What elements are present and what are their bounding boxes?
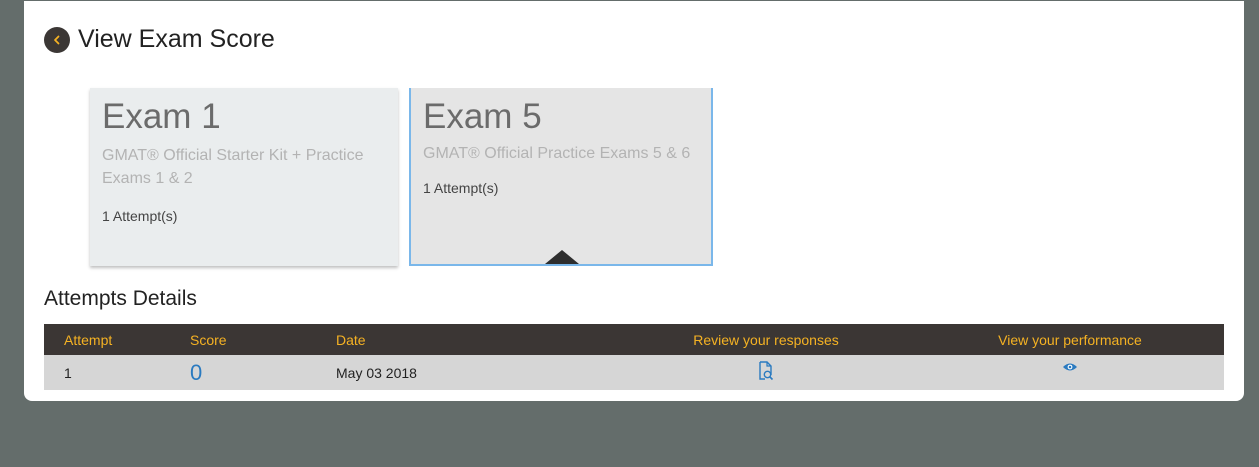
attempts-details-title: Attempts Details xyxy=(44,287,197,310)
view-performance-button[interactable] xyxy=(1062,362,1078,372)
exam-card-attempts: 1 Attempt(s) xyxy=(102,208,178,224)
performance-cell xyxy=(916,362,1224,381)
selected-pointer-arrow xyxy=(545,250,579,264)
page-header: View Exam Score xyxy=(44,25,275,54)
attempt-date: May 03 2018 xyxy=(336,364,417,381)
column-header-review: Review your responses xyxy=(693,331,839,348)
column-header-date: Date xyxy=(336,331,366,348)
exam-card-1[interactable]: Exam 1 GMAT® Official Starter Kit + Prac… xyxy=(90,88,398,266)
table-header-row: Attempt Score Date Review your responses… xyxy=(44,324,1224,355)
page-title: View Exam Score xyxy=(78,25,275,53)
back-button[interactable] xyxy=(44,26,70,53)
attempts-table: Attempt Score Date Review your responses… xyxy=(44,324,1224,390)
review-responses-button[interactable] xyxy=(758,361,774,381)
column-header-attempt: Attempt xyxy=(64,331,113,348)
exam-card-attempts: 1 Attempt(s) xyxy=(423,180,499,196)
eye-icon xyxy=(1063,363,1077,370)
table-row: 1 0 May 03 2018 xyxy=(44,355,1224,390)
column-header-score: Score xyxy=(190,331,227,348)
document-search-icon xyxy=(759,361,774,381)
chevron-left-icon xyxy=(54,35,60,44)
score-link[interactable]: 0 xyxy=(190,360,336,386)
exam-card-title: Exam 5 xyxy=(423,97,542,136)
column-header-performance: View your performance xyxy=(998,331,1142,348)
exam-card-subtitle: GMAT® Official Practice Exams 5 & 6 xyxy=(423,145,691,162)
exam-card-title: Exam 1 xyxy=(102,97,221,136)
attempt-number: 1 xyxy=(64,364,72,381)
exam-card-subtitle: GMAT® Official Starter Kit + Practice Ex… xyxy=(102,147,364,187)
review-cell xyxy=(616,361,916,384)
exam-card-5-selected[interactable]: Exam 5 GMAT® Official Practice Exams 5 &… xyxy=(409,88,713,266)
exam-score-panel: View Exam Score Exam 1 GMAT® Official St… xyxy=(24,1,1244,401)
